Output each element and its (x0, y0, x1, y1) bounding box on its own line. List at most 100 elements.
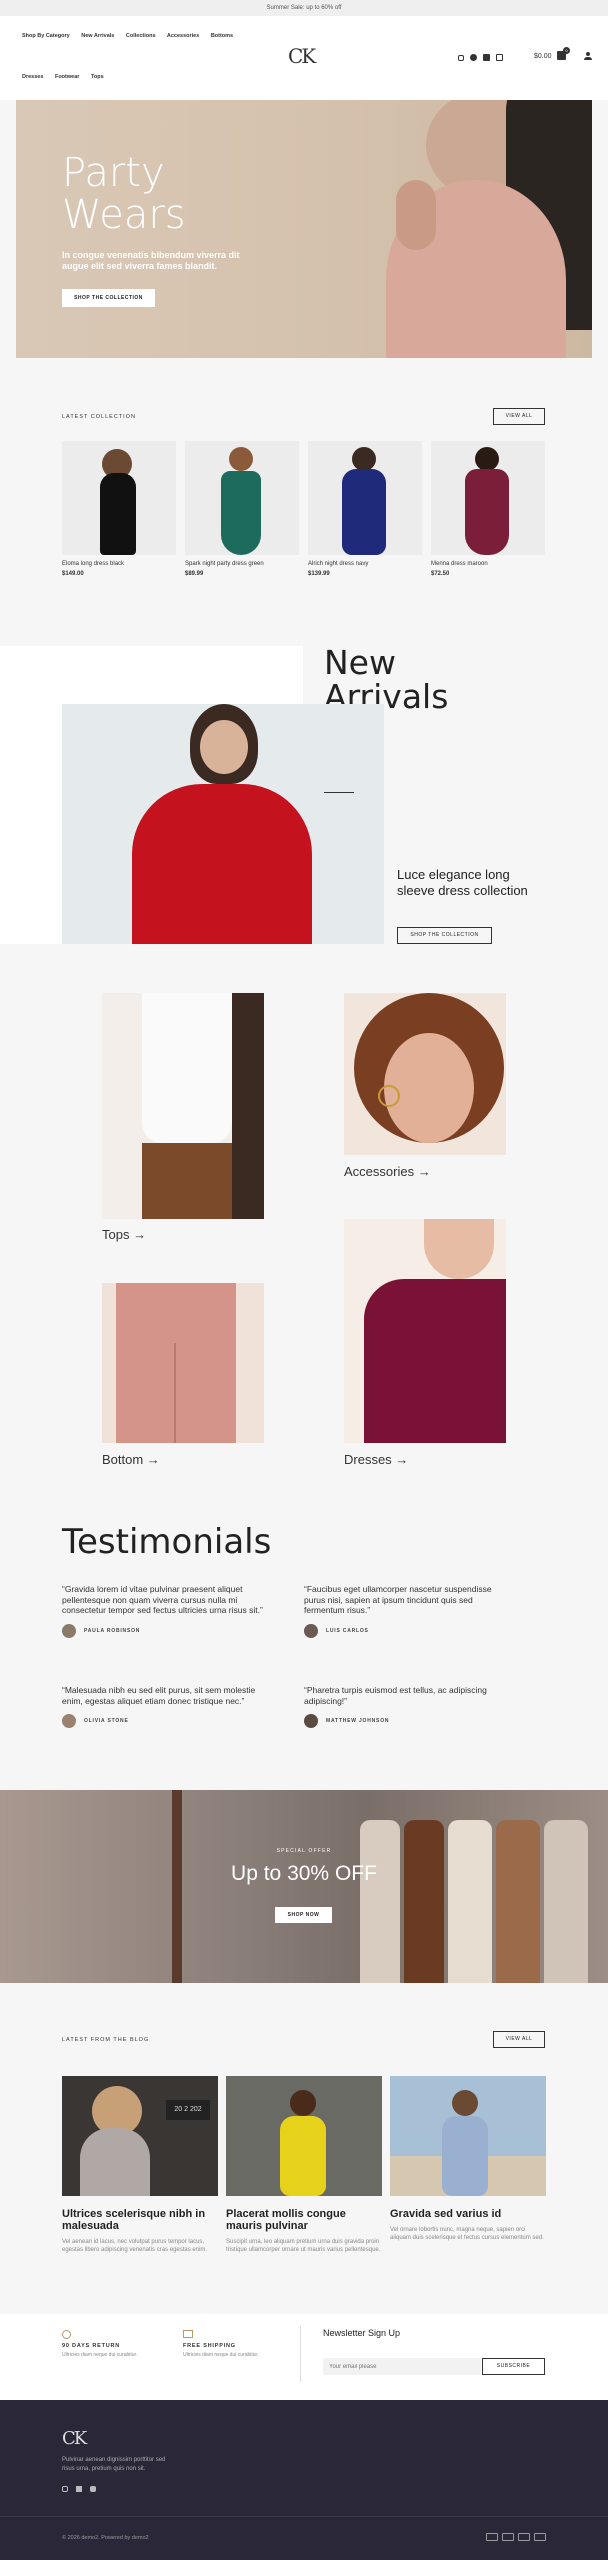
facebook-icon[interactable] (76, 2486, 82, 2492)
cart-count-badge: 0 (563, 47, 570, 54)
testimonials-title: Testimonials (62, 1522, 272, 1562)
product-card[interactable]: Eloma long dress black $149.00 (62, 441, 176, 577)
testimonial-author: OLIVIA STONE (84, 1718, 129, 1724)
offer-title: Up to 30% OFF (231, 1862, 377, 1885)
testimonial-author: LUIS CARLOS (326, 1627, 369, 1634)
newsletter-title: Newsletter Sign Up (323, 2328, 401, 2338)
product-card[interactable]: Menna dress maroon $72.50 (431, 441, 545, 577)
nav-bottoms[interactable]: Bottoms (211, 33, 233, 39)
latest-collection-label: LATEST COLLECTION (62, 414, 136, 420)
product-name[interactable]: Menna dress maroon (431, 561, 545, 567)
account-icon[interactable] (584, 52, 592, 60)
newsletter-subscribe-button[interactable]: SUBSCRIBE (482, 2358, 545, 2375)
feature-title: FREE SHIPPING (183, 2343, 236, 2349)
blog-excerpt: Suscipit urna, leo aliquam pretium urna … (226, 2239, 381, 2253)
arrivals-model-image (62, 704, 384, 944)
instagram-icon[interactable] (458, 54, 464, 61)
category-tops-image[interactable] (102, 993, 264, 1219)
blog-label: LATEST FROM THE BLOG (62, 2037, 150, 2043)
announcement-text: Summer Sale: up to 60% off (266, 5, 342, 11)
testimonial-text: “Gravida lorem id vitae pulvinar praesen… (62, 1584, 263, 1615)
feature-shipping: FREE SHIPPING Ultricies diam neque dui c… (183, 2330, 293, 2358)
footer-text: Pulvinar aenean dignissim porttitor sed … (62, 2457, 166, 2472)
product-card[interactable]: Alrich night dress navy $139.99 (308, 441, 422, 577)
blog-image[interactable] (390, 2076, 546, 2196)
newsletter-email-input[interactable] (323, 2358, 481, 2375)
amex-icon (534, 2533, 546, 2541)
avatar (62, 1623, 76, 1638)
blog-card[interactable]: Gravida sed varius id Vel ornare loborti… (390, 2076, 546, 2242)
testimonial-card: “Malesuada nibh eu sed elit purus, sit s… (62, 1685, 268, 1728)
blog-card[interactable]: 20 2 202 Ultrices scelerisque nibh in ma… (62, 2076, 218, 2254)
blog-title[interactable]: Placerat mollis congue mauris pulvinar (226, 2208, 382, 2232)
category-tops-link[interactable]: Tops → (102, 1227, 146, 1242)
category-bottom-link[interactable]: Bottom → (102, 1452, 160, 1467)
site-header: Shop By Category New Arrivals Collection… (0, 16, 608, 100)
instagram-icon[interactable] (62, 2486, 68, 2492)
offer-banner: SPECIAL OFFER Up to 30% OFF SHOP NOW (0, 1790, 608, 1983)
arrivals-divider (324, 792, 354, 793)
facebook-icon[interactable] (470, 54, 477, 61)
payment-icons (486, 2533, 546, 2541)
product-name[interactable]: Eloma long dress black (62, 561, 176, 567)
primary-nav: Shop By Category New Arrivals Collection… (22, 33, 243, 39)
product-image[interactable] (431, 441, 545, 555)
blog-title[interactable]: Ultrices scelerisque nibh in malesuada (62, 2208, 218, 2232)
twitter-icon[interactable] (90, 2486, 96, 2492)
blog-title[interactable]: Gravida sed varius id (390, 2208, 546, 2220)
nav-new-arrivals[interactable]: New Arrivals (81, 33, 114, 39)
footer-divider (0, 2516, 608, 2517)
avatar (304, 1714, 318, 1728)
nav-dresses[interactable]: Dresses (22, 74, 43, 80)
blog-image[interactable] (226, 2076, 382, 2196)
blog-image-sign: 20 2 202 (166, 2100, 210, 2120)
category-dresses-link[interactable]: Dresses → (344, 1452, 408, 1467)
category-accessories-link[interactable]: Accessories → (344, 1164, 431, 1179)
blog-card[interactable]: Placerat mollis congue mauris pulvinar S… (226, 2076, 382, 2254)
youtube-icon[interactable] (496, 54, 503, 61)
testimonial-text: “Malesuada nibh eu sed elit purus, sit s… (62, 1685, 256, 1706)
product-price: $149.00 (62, 571, 84, 577)
nav-tops[interactable]: Tops (91, 74, 104, 80)
nav-footwear[interactable]: Footwear (55, 74, 79, 80)
mastercard-icon (502, 2533, 514, 2541)
footer-logo[interactable]: CK (62, 2428, 87, 2449)
testimonial-card: “Faucibus eget ullamcorper nascetur susp… (304, 1584, 510, 1638)
category-accessories-image[interactable] (344, 993, 506, 1155)
offer-shop-button[interactable]: SHOP NOW (275, 1907, 332, 1923)
product-card[interactable]: Spark night party dress green $89.99 (185, 441, 299, 577)
category-bottom-image[interactable] (102, 1283, 264, 1443)
nav-accessories[interactable]: Accessories (167, 33, 199, 39)
product-price: $139.99 (308, 571, 330, 577)
footer-copyright: © 2026 demo2. Powered by demo2 (62, 2535, 149, 2541)
feature-text: Ultricies diam neque dui curabitur. (62, 2352, 138, 2358)
site-logo[interactable]: CK (288, 44, 316, 68)
product-image[interactable] (308, 441, 422, 555)
product-price: $89.99 (185, 571, 204, 577)
returns-icon (62, 2330, 71, 2339)
offer-label: SPECIAL OFFER (276, 1848, 332, 1854)
testimonial-card: “Gravida lorem id vitae pulvinar praesen… (62, 1584, 268, 1638)
hero-shop-button[interactable]: SHOP THE COLLECTION (62, 289, 155, 307)
hero-model-image (356, 100, 592, 358)
avatar (304, 1623, 318, 1638)
features-divider (300, 2326, 301, 2382)
product-image[interactable] (185, 441, 299, 555)
shipping-icon (183, 2330, 193, 2338)
latest-view-all-button[interactable]: VIEW ALL (493, 408, 545, 425)
product-name[interactable]: Spark night party dress green (185, 561, 299, 567)
hero-banner: Party Wears In congue venenatis bibendum… (16, 100, 592, 358)
product-image[interactable] (62, 441, 176, 555)
nav-collections[interactable]: Collections (126, 33, 156, 39)
arrivals-shop-button[interactable]: SHOP THE COLLECTION (397, 927, 492, 944)
social-icons (458, 54, 503, 61)
blog-image[interactable]: 20 2 202 (62, 2076, 218, 2196)
nav-shop-by-category[interactable]: Shop By Category (22, 33, 70, 39)
cart-total[interactable]: $0.00 (534, 53, 552, 60)
product-name[interactable]: Alrich night dress navy (308, 561, 422, 567)
avatar (62, 1714, 76, 1728)
twitter-icon[interactable] (483, 54, 490, 61)
category-dresses-image[interactable] (344, 1219, 506, 1443)
blog-view-all-button[interactable]: VIEW ALL (493, 2031, 545, 2048)
testimonial-text: “Faucibus eget ullamcorper nascetur susp… (304, 1584, 492, 1615)
